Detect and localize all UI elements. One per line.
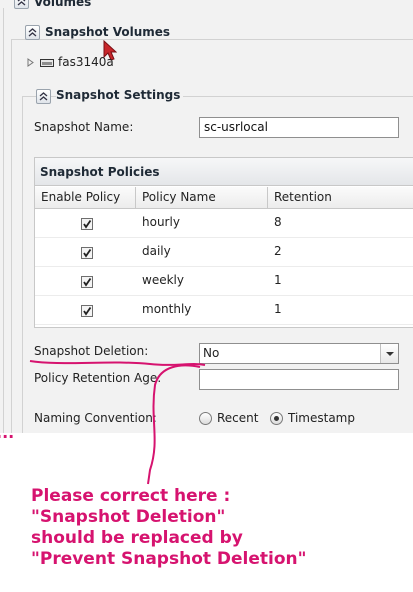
double-chevron-up-icon [28,28,37,37]
snapshot-policies-panel: Snapshot Policies Enable Policy Policy N… [34,157,413,328]
table-row[interactable]: hourly 8 [35,209,413,238]
snapshot-policies-header: Snapshot Policies [35,158,413,186]
annotation-line: "Snapshot Deletion" [31,507,226,527]
checkmark-icon [83,306,92,316]
tree-item-fas3140a[interactable]: fas3140a [27,55,127,71]
retention-cell: 1 [274,273,282,287]
chevron-down-icon [386,352,394,356]
table-row[interactable]: weekly 1 [35,267,413,296]
enable-policy-checkbox[interactable] [81,276,93,288]
snapshot-name-label: Snapshot Name: [34,120,134,134]
policy-name-cell: monthly [142,302,192,316]
table-row[interactable]: monthly 1 [35,296,413,325]
dropdown-arrow-button[interactable] [380,344,398,363]
naming-recent-label[interactable]: Recent [217,411,258,425]
column-header-retention[interactable]: Retention [268,187,413,209]
column-header-enable-policy[interactable]: Enable Policy [35,187,136,209]
enable-policy-checkbox[interactable] [81,305,93,317]
policy-retention-age-input[interactable] [199,369,399,390]
policy-name-cell: hourly [142,215,180,229]
naming-timestamp-radio[interactable] [270,412,283,425]
snapshot-deletion-select[interactable]: No [199,343,399,364]
checkmark-icon [83,248,92,258]
tree-item-label: fas3140a [58,55,114,69]
snapshot-volumes-title: Snapshot Volumes [45,25,174,39]
double-chevron-up-icon [17,0,26,6]
tree-expand-arrow-icon[interactable] [27,58,35,67]
storage-device-icon [40,59,54,67]
enable-policy-checkbox[interactable] [81,247,93,259]
double-chevron-up-icon [39,92,48,101]
annotation-line: "Prevent Snapshot Deletion" [31,549,307,569]
annotation-line: should be replaced by [31,528,243,548]
naming-recent-radio[interactable] [199,412,212,425]
collapse-snapshot-settings-button[interactable] [36,89,51,104]
snapshot-deletion-label: Snapshot Deletion: [34,344,149,358]
snapshot-policies-title: Snapshot Policies [40,165,160,179]
snapshot-name-input[interactable]: sc-usrlocal [199,117,399,138]
policy-name-cell: weekly [142,273,184,287]
naming-timestamp-label[interactable]: Timestamp [288,411,355,425]
enable-policy-checkbox[interactable] [81,218,93,230]
column-header-policy-name[interactable]: Policy Name [136,187,268,209]
configuration-panel: Volumes Snapshot Volumes fas3140a Snapsh… [0,0,413,433]
annotation-line: Please correct here : [31,486,231,506]
table-row[interactable]: daily 2 [35,238,413,267]
policy-retention-age-label: Policy Retention Age: [34,371,162,385]
retention-cell: 8 [274,215,282,229]
snapshot-settings-title: Snapshot Settings [56,88,184,102]
retention-cell: 1 [274,302,282,316]
policy-name-cell: daily [142,244,171,258]
checkmark-icon [83,219,92,229]
annotation-leader-marks: ... [0,423,15,442]
checkmark-icon [83,277,92,287]
snapshot-deletion-value: No [203,346,220,360]
annotation-note: Please correct here : "Snapshot Deletion… [31,486,371,570]
retention-cell: 2 [274,244,282,258]
naming-convention-label: Naming Convention: [34,411,157,425]
collapse-snapshot-volumes-button[interactable] [25,25,40,40]
